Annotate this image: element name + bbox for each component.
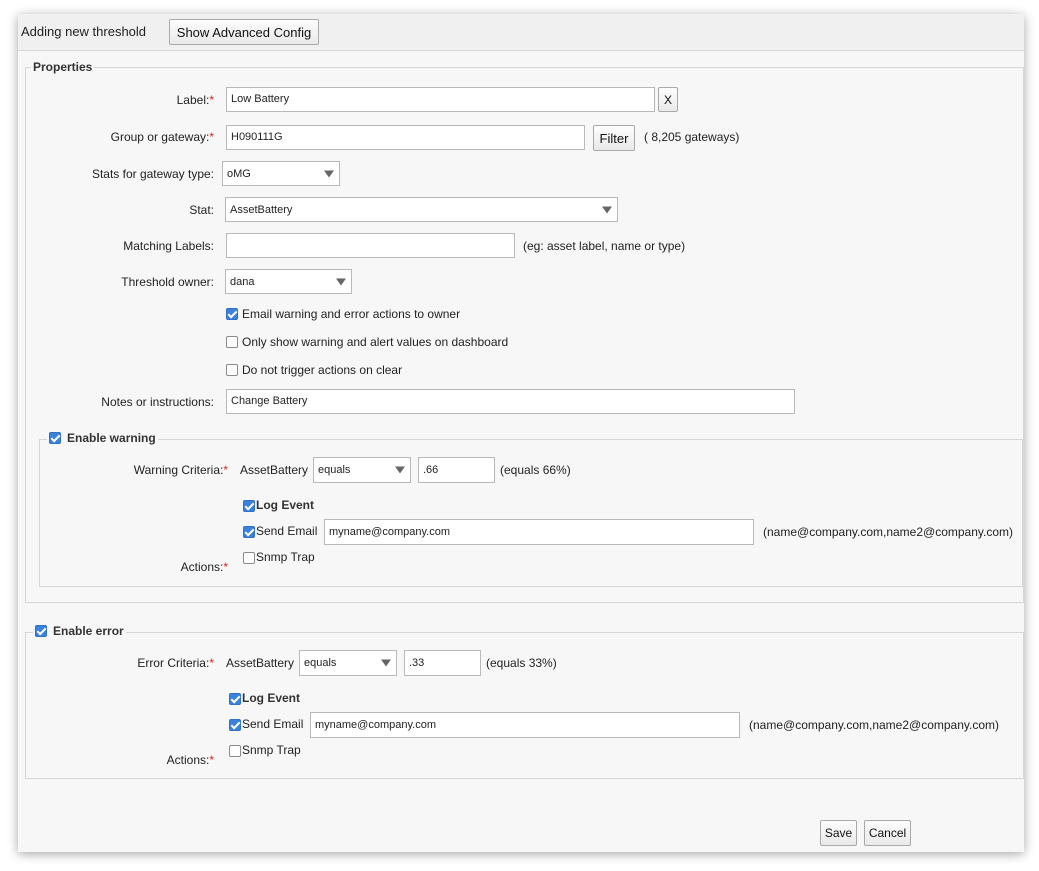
chevron-down-icon (336, 278, 346, 285)
notes-label: Notes or instructions: (101, 395, 214, 409)
warning-snmp-trap-checkbox[interactable] (243, 552, 255, 564)
chevron-down-icon (324, 170, 334, 177)
group-gateway-input[interactable]: H090111G (226, 125, 585, 150)
no-clear-actions-checkbox[interactable] (226, 364, 238, 376)
properties-legend: Properties (31, 60, 95, 74)
error-snmp-trap-label: Snmp Trap (242, 743, 301, 757)
error-criteria-label: Error Criteria:* (137, 656, 214, 670)
stat-label: Stat: (189, 203, 214, 217)
error-operator-value: equals (304, 657, 337, 669)
threshold-owner-label: Threshold owner: (121, 275, 214, 289)
show-advanced-config-button[interactable]: Show Advanced Config (169, 19, 319, 45)
error-actions-label: Actions:* (166, 753, 214, 767)
warning-operator-value: equals (318, 464, 351, 476)
matching-labels-label: Matching Labels: (123, 239, 214, 253)
email-owner-checkbox[interactable] (226, 308, 238, 320)
error-stat-name: AssetBattery (226, 656, 295, 670)
warning-log-event-checkbox[interactable] (243, 500, 255, 512)
warning-operator-select[interactable]: equals (313, 457, 411, 483)
matching-labels-input[interactable] (226, 233, 515, 258)
notes-input[interactable]: Change Battery (226, 389, 795, 414)
dialog-title: Adding new threshold (21, 24, 147, 39)
group-field-label: Group or gateway:* (110, 130, 214, 144)
warning-log-event-label: Log Event (256, 498, 315, 512)
threshold-dialog: Adding new threshold Show Advanced Confi… (18, 14, 1024, 852)
error-send-email-label: Send Email (242, 717, 304, 731)
matching-labels-hint: (eg: asset label, name or type) (523, 239, 686, 253)
warning-send-email-label: Send Email (256, 524, 318, 538)
label-input[interactable]: Low Battery (226, 87, 655, 112)
chevron-down-icon (602, 206, 612, 213)
email-owner-label: Email warning and error actions to owner (242, 307, 461, 321)
error-email-input[interactable]: myname@company.com (310, 712, 740, 738)
error-operator-select[interactable]: equals (299, 650, 397, 676)
warning-email-hint: (name@company.com,name2@company.com) (763, 525, 1014, 539)
dashboard-only-checkbox[interactable] (226, 336, 238, 348)
warning-legend: Enable warning (47, 431, 158, 445)
gateway-count: ( 8,205 gateways) (644, 130, 740, 144)
error-value-input[interactable]: .33 (404, 650, 481, 676)
error-send-email-checkbox[interactable] (229, 719, 241, 731)
chevron-down-icon (395, 466, 405, 474)
warning-email-input[interactable]: myname@company.com (324, 519, 754, 545)
stat-select[interactable]: AssetBattery (225, 197, 618, 222)
enable-error-checkbox[interactable] (35, 625, 47, 637)
dashboard-only-label: Only show warning and alert values on da… (242, 335, 509, 349)
dialog-header: Adding new threshold Show Advanced Confi… (18, 14, 1024, 51)
clear-label-button[interactable]: X (658, 87, 678, 112)
warning-criteria-label: Warning Criteria:* (133, 463, 228, 477)
warning-actions-label: Actions:* (180, 560, 228, 574)
no-clear-actions-label: Do not trigger actions on clear (242, 363, 403, 377)
gateway-type-label: Stats for gateway type: (91, 167, 214, 181)
warning-snmp-trap-label: Snmp Trap (256, 550, 315, 564)
error-log-event-label: Log Event (242, 691, 301, 705)
filter-button[interactable]: Filter (593, 125, 635, 151)
warning-equals-text: (equals 66%) (500, 463, 571, 477)
cancel-button[interactable]: Cancel (864, 820, 911, 846)
stat-value: AssetBattery (230, 203, 293, 216)
error-legend: Enable error (33, 624, 126, 638)
threshold-owner-value: dana (230, 275, 255, 288)
threshold-owner-select[interactable]: dana (225, 269, 352, 294)
error-equals-text: (equals 33%) (486, 656, 557, 670)
warning-stat-name: AssetBattery (240, 463, 309, 477)
warning-value-input[interactable]: .66 (418, 457, 495, 483)
gateway-type-value: oMG (227, 167, 251, 180)
enable-warning-label: Enable warning (67, 431, 156, 445)
chevron-down-icon (381, 659, 391, 667)
error-email-hint: (name@company.com,name2@company.com) (749, 718, 1000, 732)
error-log-event-checkbox[interactable] (229, 693, 241, 705)
gateway-type-select[interactable]: oMG (222, 161, 340, 186)
enable-warning-checkbox[interactable] (49, 432, 61, 444)
enable-error-label: Enable error (53, 624, 124, 638)
label-field-label: Label:* (176, 93, 214, 107)
warning-send-email-checkbox[interactable] (243, 526, 255, 538)
error-snmp-trap-checkbox[interactable] (229, 745, 241, 757)
save-button[interactable]: Save (820, 820, 857, 846)
